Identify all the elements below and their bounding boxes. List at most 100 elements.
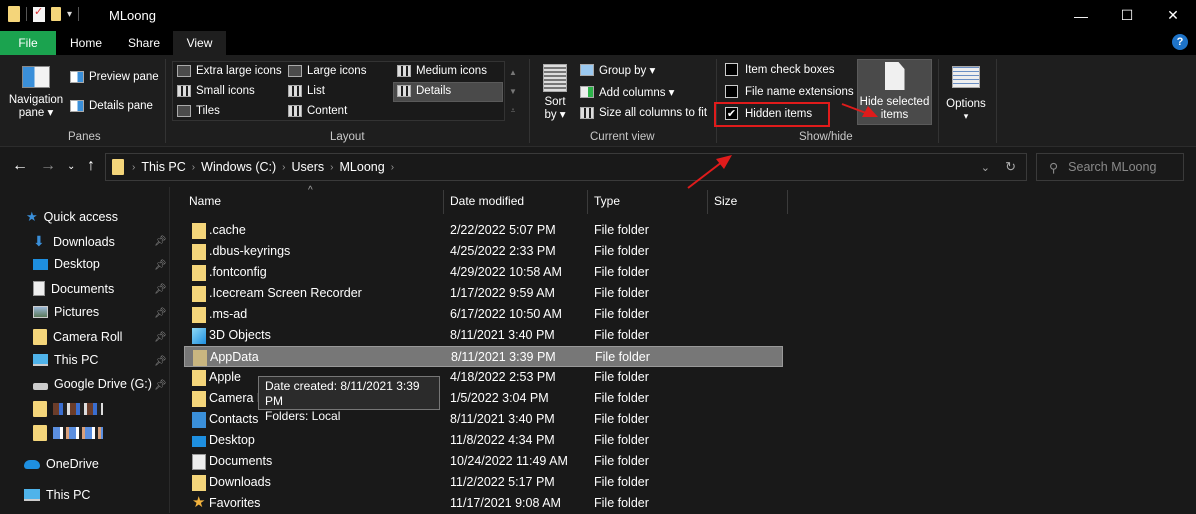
column-header-type[interactable]: Type — [594, 194, 620, 208]
breadcrumb-windows-c[interactable]: Windows (C:) — [201, 160, 276, 174]
add-columns-button[interactable]: Add columns ▾ — [580, 85, 674, 99]
details-pane-button[interactable]: Details pane — [70, 100, 153, 112]
scroll-down-icon[interactable]: ▼ — [507, 82, 519, 101]
minimize-button[interactable]: — — [1058, 0, 1104, 31]
sidebar-item-camera-roll[interactable]: Camera Roll — [33, 329, 122, 345]
sidebar-item-downloads[interactable]: ⬇ Downloads — [33, 233, 115, 250]
close-button[interactable]: ✕ — [1150, 0, 1196, 31]
file-name-extensions-option[interactable]: File name extensions — [725, 85, 854, 98]
breadcrumb-separator[interactable]: › — [132, 162, 135, 173]
sidebar-item-redacted-1[interactable] — [33, 401, 103, 417]
layout-medium-icons[interactable]: Medium icons — [397, 65, 487, 77]
breadcrumb-mloong[interactable]: MLoong — [340, 160, 385, 174]
breadcrumb-users[interactable]: Users — [292, 160, 325, 174]
customize-toolbar-icon[interactable]: ▾ — [67, 9, 72, 20]
layout-large-icons[interactable]: Large icons — [288, 65, 366, 77]
item-check-boxes-option[interactable]: Item check boxes — [725, 63, 834, 76]
options-button[interactable]: Options ▾ — [942, 61, 990, 127]
breadcrumb-separator[interactable]: › — [330, 162, 333, 173]
help-icon[interactable]: ? — [1172, 34, 1188, 50]
tab-view[interactable]: View — [173, 31, 226, 55]
layout-details[interactable]: Details — [397, 85, 451, 97]
layout-small-icons[interactable]: Small icons — [177, 85, 255, 97]
layout-label: Extra large icons — [196, 65, 282, 77]
address-bar[interactable]: › This PC › Windows (C:) › Users › MLoon… — [105, 153, 1027, 181]
column-header-size[interactable]: Size — [714, 194, 737, 208]
breadcrumb-this-pc[interactable]: This PC — [141, 160, 185, 174]
file-name: Favorites — [209, 496, 261, 510]
expand-gallery-icon[interactable]: ⩡ — [507, 101, 519, 120]
pin-icon[interactable]: 📌︎ — [154, 380, 167, 391]
group-by-button[interactable]: Group by ▾ — [580, 63, 655, 77]
new-folder-icon[interactable] — [51, 7, 61, 21]
file-row[interactable]: Documents 10/24/2022 11:49 AM File folder — [184, 451, 783, 472]
column-divider[interactable] — [443, 190, 444, 214]
file-row[interactable]: .Icecream Screen Recorder 1/17/2022 9:59 … — [184, 283, 783, 304]
file-row[interactable]: Downloads 11/2/2022 5:17 PM File folder — [184, 472, 783, 493]
address-dropdown-icon[interactable]: ⌄ — [981, 161, 990, 174]
tab-home[interactable]: Home — [60, 31, 112, 55]
breadcrumb-separator[interactable]: › — [282, 162, 285, 173]
file-row[interactable]: .fontconfig 4/29/2022 10:58 AM File folder — [184, 262, 783, 283]
sort-by-button[interactable]: Sort by ▾ — [538, 61, 572, 127]
back-button[interactable]: ← — [12, 157, 28, 175]
sidebar-item-this-pc-pinned[interactable]: This PC — [33, 353, 98, 367]
pin-icon[interactable]: 📌︎ — [154, 236, 167, 247]
layout-extra-large-icons[interactable]: Extra large icons — [177, 65, 282, 77]
search-input[interactable]: ⚲ Search MLoong — [1036, 153, 1184, 181]
navigation-pane-button[interactable]: Navigation pane ▾ — [6, 61, 66, 127]
item-check-boxes-checkbox[interactable] — [725, 63, 738, 76]
tab-file[interactable]: File — [0, 31, 56, 55]
file-row[interactable]: ★ Favorites 11/17/2021 9:08 AM File folder — [184, 493, 783, 514]
file-row[interactable]: Desktop 11/8/2022 4:34 PM File folder — [184, 430, 783, 451]
sidebar-item-pictures[interactable]: Pictures — [33, 305, 99, 319]
sidebar-label: OneDrive — [46, 457, 99, 471]
sidebar-item-google-drive[interactable]: Google Drive (G:) — [33, 377, 152, 391]
refresh-icon[interactable]: ↻ — [1005, 159, 1016, 175]
hide-selected-items-button[interactable]: Hide selected items — [857, 59, 932, 125]
pin-icon[interactable]: 📌︎ — [154, 260, 167, 271]
file-type: File folder — [595, 350, 650, 364]
file-name: .dbus-keyrings — [209, 244, 291, 258]
sidebar-item-onedrive[interactable]: OneDrive — [24, 457, 99, 471]
preview-pane-button[interactable]: Preview pane — [70, 71, 159, 83]
recent-locations-icon[interactable]: ⌄ — [67, 161, 75, 172]
size-columns-button[interactable]: Size all columns to fit — [580, 107, 707, 119]
file-row[interactable]: AppData 8/11/2021 3:39 PM File folder — [184, 346, 783, 367]
layout-list[interactable]: List — [288, 85, 325, 97]
column-divider[interactable] — [587, 190, 588, 214]
breadcrumb-separator[interactable]: › — [192, 162, 195, 173]
file-row[interactable]: .dbus-keyrings 4/25/2022 2:33 PM File fold… — [184, 241, 783, 262]
column-divider[interactable] — [787, 190, 788, 214]
layout-content[interactable]: Content — [288, 105, 347, 117]
file-name-extensions-checkbox[interactable] — [725, 85, 738, 98]
pin-icon[interactable]: 📌︎ — [154, 284, 167, 295]
sidebar-item-redacted-2[interactable] — [33, 425, 103, 441]
sort-label-2: by ▾ — [544, 109, 566, 121]
scroll-up-icon[interactable]: ▲ — [507, 63, 519, 82]
column-header-name[interactable]: Name — [189, 194, 221, 208]
column-divider[interactable] — [707, 190, 708, 214]
sidebar-item-this-pc[interactable]: This PC — [24, 488, 90, 502]
breadcrumb-separator[interactable]: › — [391, 162, 394, 173]
layout-tiles[interactable]: Tiles — [177, 105, 220, 117]
pin-icon[interactable]: 📌︎ — [154, 356, 167, 367]
up-button[interactable]: ↑ — [87, 157, 95, 175]
tab-share[interactable]: Share — [118, 31, 170, 55]
pin-icon[interactable]: 📌︎ — [154, 308, 167, 319]
file-row[interactable]: .ms-ad 6/17/2022 10:50 AM File folder — [184, 304, 783, 325]
file-row[interactable]: .cache 2/22/2022 5:07 PM File folder — [184, 220, 783, 241]
layout-scroll[interactable]: ▲ ▼ ⩡ — [507, 63, 519, 120]
properties-icon[interactable] — [33, 5, 45, 22]
forward-button[interactable]: → — [40, 157, 56, 175]
layout-label: Medium icons — [416, 65, 487, 77]
column-header-date-modified[interactable]: Date modified — [450, 194, 524, 208]
sidebar-item-desktop[interactable]: Desktop — [33, 257, 100, 271]
file-date-modified: 4/29/2022 10:58 AM — [450, 265, 562, 279]
file-row[interactable]: 3D Objects 8/11/2021 3:40 PM File folder — [184, 325, 783, 346]
sidebar-item-quick-access[interactable]: ★ Quick access — [26, 209, 118, 225]
sidebar-item-documents[interactable]: Documents — [33, 281, 114, 296]
folder-icon — [192, 244, 206, 260]
maximize-button[interactable]: ☐ — [1104, 0, 1150, 31]
pin-icon[interactable]: 📌︎ — [154, 332, 167, 343]
